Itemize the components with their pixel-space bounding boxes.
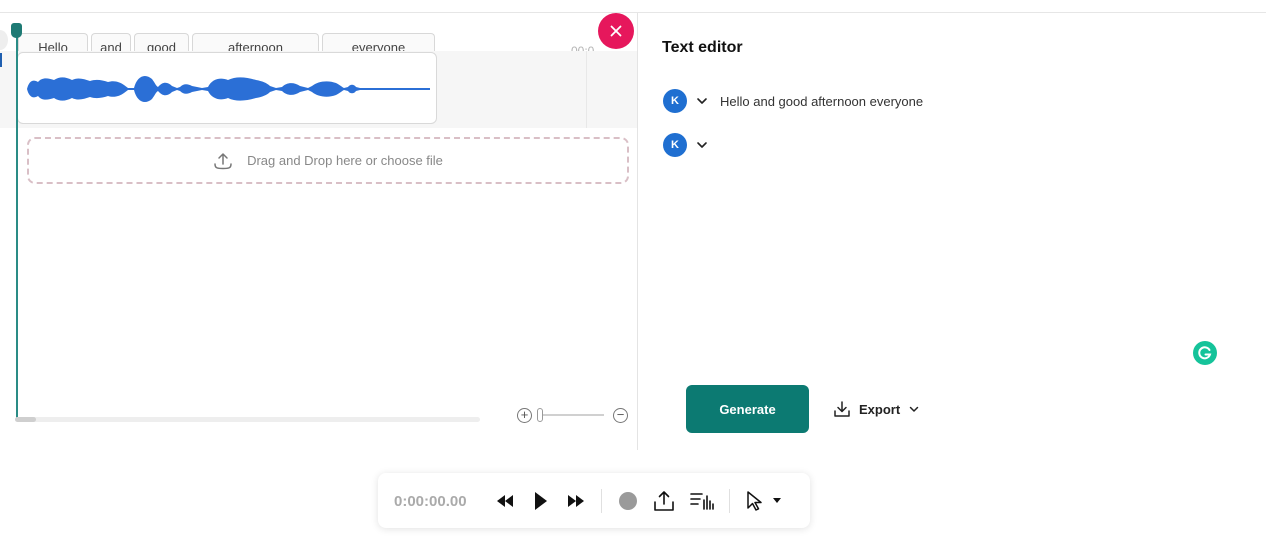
toolbar-divider <box>729 489 730 513</box>
close-icon <box>610 25 622 37</box>
editor-title: Text editor <box>662 39 743 56</box>
chevron-down-icon[interactable] <box>694 137 710 153</box>
transcript-waveform-button[interactable] <box>690 489 714 513</box>
speaker-block: K Hello and good afternoon everyone <box>663 89 923 113</box>
upload-icon <box>214 152 232 169</box>
zoom-out-icon[interactable]: − <box>613 408 628 423</box>
chevron-down-icon[interactable] <box>694 93 710 109</box>
caret-down-icon <box>773 498 781 503</box>
chevron-down-icon <box>909 406 919 412</box>
speaker-text[interactable]: Hello and good afternoon everyone <box>720 94 923 109</box>
record-icon <box>619 492 637 510</box>
toolbar-divider <box>601 489 602 513</box>
zoom-slider-thumb[interactable] <box>537 408 543 422</box>
fast-forward-icon <box>568 495 584 507</box>
zoom-in-icon[interactable]: + <box>517 408 532 423</box>
close-button[interactable] <box>598 13 634 49</box>
play-button[interactable] <box>530 488 552 514</box>
play-icon <box>535 492 547 510</box>
ruler-start-handle[interactable] <box>0 30 8 50</box>
export-label: Export <box>859 401 901 417</box>
track-marker <box>0 53 2 67</box>
rewind-icon <box>497 495 513 507</box>
waveform <box>27 76 430 102</box>
drop-zone-label: Drag and Drop here or choose file <box>247 153 443 168</box>
panel-divider <box>637 13 638 450</box>
scrollbar-thumb[interactable] <box>15 417 36 422</box>
cursor-icon <box>747 491 762 511</box>
playhead-handle[interactable] <box>11 23 22 38</box>
timeline-panel: Hello and good afternoon everyone 00:0 D… <box>0 13 637 450</box>
rewind-button[interactable] <box>494 490 516 512</box>
zoom-slider-track[interactable] <box>540 414 604 416</box>
speaker-avatar[interactable]: K <box>663 89 687 113</box>
playback-time: 0:00:00.00 <box>394 493 467 510</box>
record-button[interactable] <box>618 491 638 511</box>
playhead-line <box>16 27 18 419</box>
transcript-icon <box>690 493 714 510</box>
track-divider <box>586 51 587 128</box>
cursor-tool-dropdown[interactable] <box>742 488 786 514</box>
fast-forward-button[interactable] <box>565 490 587 512</box>
player-toolbar: 0:00:00.00 <box>378 473 810 528</box>
download-icon <box>834 401 850 417</box>
generate-button[interactable]: Generate <box>686 385 809 433</box>
export-button[interactable]: Export <box>833 398 920 420</box>
timeline-scrollbar[interactable] <box>15 417 480 422</box>
grammarly-glyph <box>1198 346 1212 360</box>
upload-icon <box>654 491 674 511</box>
grammarly-icon[interactable] <box>1193 341 1217 365</box>
upload-button[interactable] <box>652 489 676 513</box>
audio-clip[interactable] <box>17 52 437 124</box>
speaker-avatar[interactable]: K <box>663 133 687 157</box>
drop-zone[interactable]: Drag and Drop here or choose file <box>27 137 629 184</box>
speaker-block: K <box>663 133 720 157</box>
